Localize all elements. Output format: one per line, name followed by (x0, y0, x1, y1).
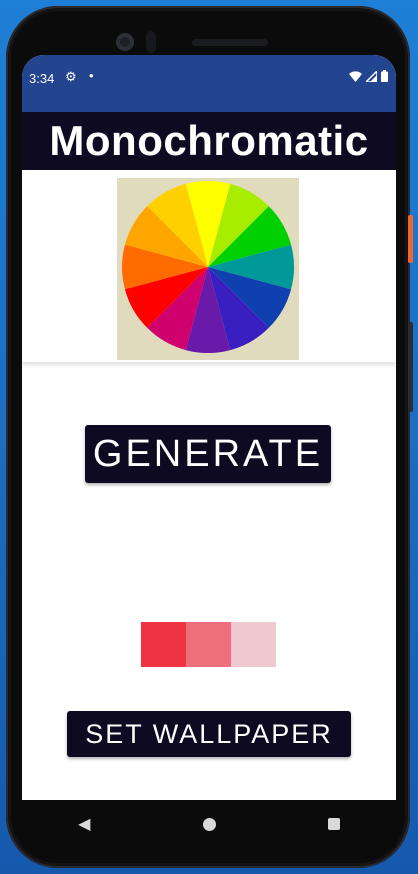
status-icons (349, 70, 388, 82)
power-button[interactable] (408, 215, 413, 263)
battery-icon (381, 70, 388, 82)
swatch-row (141, 622, 276, 667)
color-wheel-icon (122, 181, 294, 353)
app-title: Monochromatic (49, 117, 369, 164)
volume-button[interactable] (408, 322, 413, 412)
status-time: 3:34 (29, 71, 55, 86)
nav-bar: ◀ (22, 800, 396, 848)
status-bar: 3:34 ⚙ • (22, 55, 396, 112)
dot-icon: • (89, 68, 94, 83)
app-screen: 3:34 ⚙ • Monochromatic GENERATE SET WALL… (22, 55, 396, 800)
set-wallpaper-button[interactable]: SET WALLPAPER (67, 711, 351, 757)
home-icon[interactable] (202, 817, 216, 831)
swatch-1 (141, 622, 186, 667)
signal-icon (366, 70, 377, 82)
generate-button[interactable]: GENERATE (85, 425, 331, 483)
swatch-3 (231, 622, 276, 667)
color-wheel-image (117, 178, 299, 360)
swatch-2 (186, 622, 231, 667)
gear-icon: ⚙ (65, 69, 77, 84)
app-title-bar: Monochromatic (22, 112, 396, 170)
recents-icon[interactable] (327, 818, 340, 830)
color-wheel-card (22, 170, 396, 362)
back-icon[interactable]: ◀ (78, 814, 90, 834)
camera-icon (116, 33, 134, 51)
sensor-icon (146, 31, 156, 53)
speaker-grille (192, 39, 268, 46)
wifi-icon (349, 70, 362, 82)
